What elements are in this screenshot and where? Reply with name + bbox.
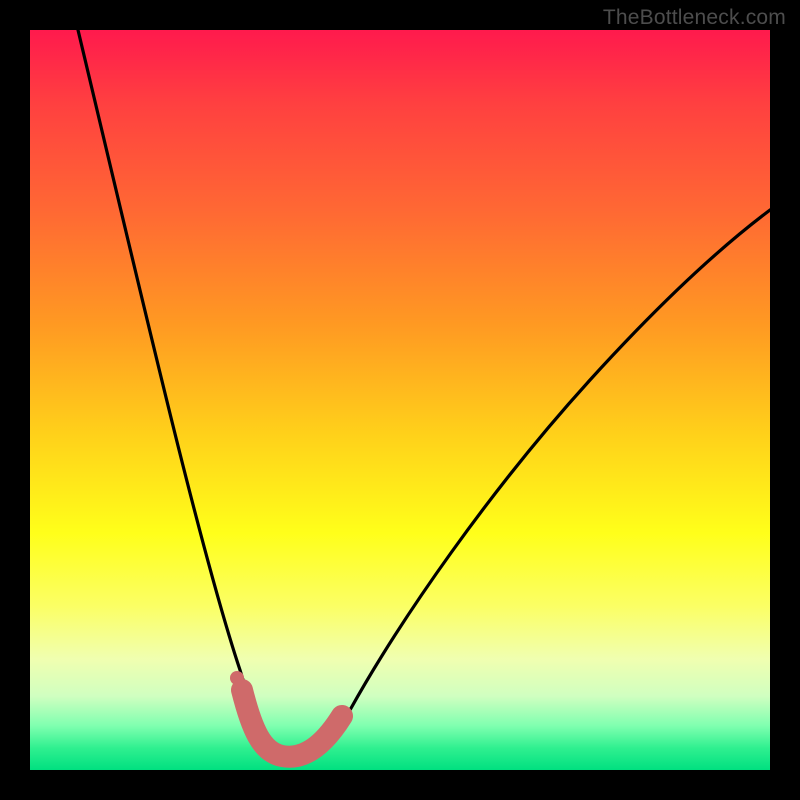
plot-area (30, 30, 770, 770)
bottleneck-curve (78, 30, 770, 757)
watermark-text: TheBottleneck.com (603, 6, 786, 30)
annotation-dot (230, 671, 244, 685)
chart-svg (30, 30, 770, 770)
highlight-band (242, 690, 342, 757)
